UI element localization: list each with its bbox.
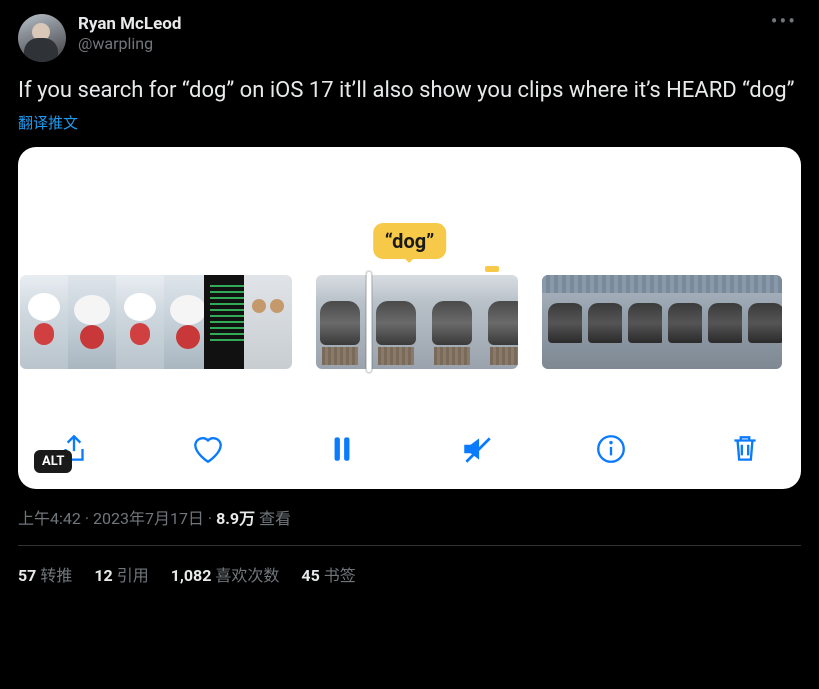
alt-badge[interactable]: ALT	[34, 450, 72, 473]
video-frame	[204, 275, 244, 369]
video-frame	[244, 275, 292, 369]
likes-stat[interactable]: 1,082喜欢次数	[171, 562, 280, 586]
audio-marker	[485, 266, 499, 272]
video-frame	[542, 275, 582, 369]
tweet-stats: 57转推 12引用 1,082喜欢次数 45书签	[18, 546, 801, 586]
tweet-meta: 上午4:42 · 2023年7月17日 · 8.9万 查看	[18, 505, 801, 529]
heart-icon[interactable]	[188, 429, 228, 469]
trash-icon[interactable]	[725, 429, 765, 469]
clip-group[interactable]	[20, 275, 292, 369]
handle: @warpling	[78, 34, 755, 53]
video-frame	[68, 275, 116, 369]
video-frame	[428, 275, 484, 369]
tweet-text: If you search for “dog” on iOS 17 it’ll …	[18, 76, 801, 106]
video-frame	[742, 275, 782, 369]
tweet-header: Ryan McLeod @warpling •••	[18, 14, 801, 62]
more-icon[interactable]: •••	[767, 14, 801, 28]
playhead[interactable]	[366, 271, 372, 373]
video-frame	[372, 275, 428, 369]
clip-group[interactable]	[316, 275, 518, 369]
tweet-time[interactable]: 上午4:42	[18, 509, 81, 528]
video-frame	[484, 275, 518, 369]
views-label: 查看	[255, 509, 291, 528]
info-icon[interactable]	[591, 429, 631, 469]
search-tooltip: “dog”	[373, 223, 447, 259]
video-frame	[164, 275, 204, 369]
avatar[interactable]	[18, 14, 66, 62]
author-names[interactable]: Ryan McLeod @warpling	[78, 14, 755, 53]
retweets-stat[interactable]: 57转推	[18, 562, 72, 586]
video-frame	[20, 275, 68, 369]
tweet-date[interactable]: 2023年7月17日	[93, 509, 204, 528]
display-name: Ryan McLeod	[78, 14, 755, 34]
timeline-strip[interactable]	[18, 275, 801, 369]
bookmarks-stat[interactable]: 45书签	[301, 562, 355, 586]
video-frame	[316, 275, 372, 369]
video-frame	[702, 275, 742, 369]
translate-link[interactable]: 翻译推文	[18, 112, 801, 133]
pause-icon[interactable]	[322, 429, 362, 469]
tweet: Ryan McLeod @warpling ••• If you search …	[0, 0, 819, 596]
video-frame	[622, 275, 662, 369]
views-count: 8.9万	[216, 509, 255, 528]
video-frame	[116, 275, 164, 369]
media-card[interactable]: “dog”	[18, 147, 801, 489]
clip-group[interactable]	[542, 275, 782, 369]
media-toolbar	[18, 429, 801, 469]
quotes-stat[interactable]: 12引用	[94, 562, 148, 586]
mute-icon[interactable]	[457, 429, 497, 469]
video-frame	[582, 275, 622, 369]
video-frame	[662, 275, 702, 369]
